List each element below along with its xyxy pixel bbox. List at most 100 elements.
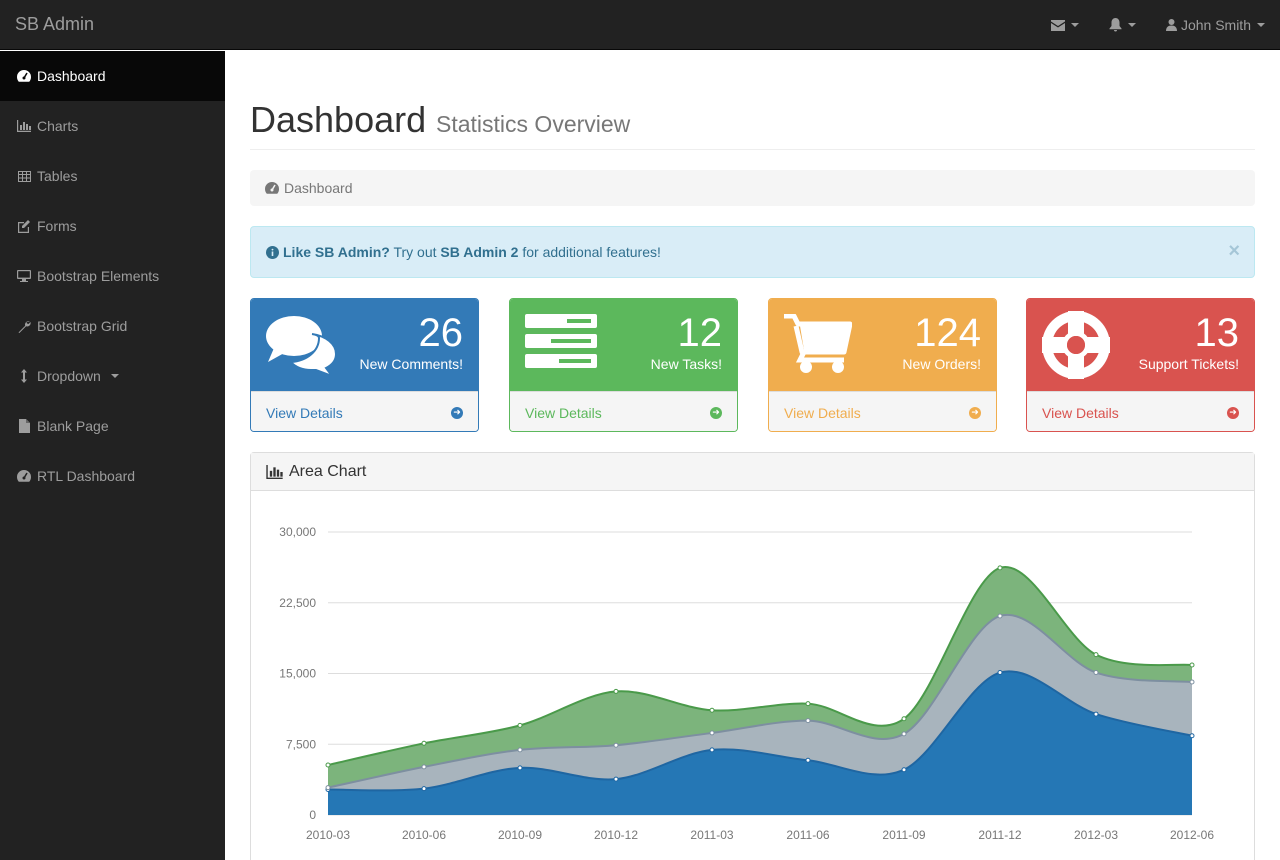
- tasks-icon: [525, 314, 597, 368]
- envelope-icon: [1050, 19, 1065, 31]
- data-point: [613, 688, 619, 694]
- page-subtitle: Statistics Overview: [436, 111, 631, 137]
- alert-text-end: for additional features!: [518, 244, 661, 260]
- sidebar-item-bootstrap-grid[interactable]: Bootstrap Grid: [0, 301, 225, 351]
- shopping-cart-icon: [784, 314, 852, 373]
- data-point: [325, 785, 331, 791]
- orders-count: 124: [914, 311, 981, 355]
- x-tick-label: 2012-06: [1170, 828, 1214, 842]
- dashboard-icon: [17, 469, 31, 483]
- orders-view-details[interactable]: View Details ➜: [769, 391, 996, 431]
- data-point: [517, 765, 523, 771]
- area-chart-header: Area Chart: [251, 453, 1254, 491]
- info-icon: [266, 245, 279, 259]
- comments-icon: [266, 316, 338, 374]
- data-point: [421, 764, 427, 770]
- data-point: [901, 716, 907, 722]
- brand[interactable]: SB Admin: [15, 14, 94, 35]
- tasks-label: New Tasks!: [650, 356, 722, 372]
- data-point: [1189, 662, 1195, 668]
- data-point: [709, 747, 715, 753]
- data-point: [517, 722, 523, 728]
- data-point: [1093, 711, 1099, 717]
- view-details-label: View Details: [784, 404, 861, 421]
- y-tick-label: 7,500: [286, 737, 316, 751]
- x-tick-label: 2011-12: [978, 828, 1021, 842]
- tasks-view-details[interactable]: View Details ➜: [510, 391, 737, 431]
- view-details-label: View Details: [266, 404, 343, 421]
- x-tick-label: 2010-09: [498, 828, 542, 842]
- sidebar-item-tables[interactable]: Tables: [0, 151, 225, 201]
- x-tick-label: 2012-03: [1074, 828, 1118, 842]
- y-tick-label: 30,000: [279, 525, 316, 539]
- y-tick-label: 22,500: [279, 596, 316, 610]
- sidebar-item-dashboard[interactable]: Dashboard: [0, 51, 225, 101]
- chevron-down-icon: [110, 374, 119, 378]
- sidebar-item-rtl-dashboard[interactable]: RTL Dashboard: [0, 451, 225, 501]
- bell-icon: [1109, 18, 1122, 32]
- card-header: 13 Support Tickets!: [1027, 299, 1254, 391]
- arrow-circle-right-icon: ➜: [710, 406, 722, 419]
- wrench-icon: [17, 319, 31, 333]
- alert-text: Try out: [389, 244, 441, 260]
- sidebar-item-forms[interactable]: Forms: [0, 201, 225, 251]
- sidebar-item-dropdown[interactable]: Dropdown: [0, 351, 225, 401]
- data-point: [1093, 652, 1099, 658]
- card-header: 26 New Comments!: [251, 299, 478, 391]
- user-icon: [1165, 19, 1177, 31]
- breadcrumb: Dashboard: [250, 170, 1255, 206]
- sidebar-item-bootstrap-elements[interactable]: Bootstrap Elements: [0, 251, 225, 301]
- view-details-label: View Details: [525, 404, 602, 421]
- page-title: Dashboard: [250, 99, 427, 140]
- comments-view-details[interactable]: View Details ➜: [251, 391, 478, 431]
- support-card: 13 Support Tickets! View Details ➜: [1026, 298, 1255, 432]
- sidebar-item-label: Dropdown: [37, 368, 101, 384]
- sb-admin-2-link[interactable]: SB Admin 2: [440, 244, 518, 260]
- top-nav-right: John Smith: [1036, 0, 1280, 50]
- sidebar-item-charts[interactable]: Charts: [0, 101, 225, 151]
- data-point: [997, 613, 1003, 619]
- x-tick-label: 2011-03: [690, 828, 733, 842]
- breadcrumb-current: Dashboard: [284, 180, 353, 196]
- y-tick-label: 15,000: [279, 667, 316, 681]
- sidebar-item-label: Forms: [37, 218, 77, 234]
- life-ring-icon: [1042, 311, 1110, 379]
- data-point: [1189, 679, 1195, 685]
- data-point: [517, 747, 523, 753]
- comments-count: 26: [418, 311, 464, 355]
- close-icon[interactable]: ×: [1228, 240, 1240, 263]
- data-point: [901, 767, 907, 773]
- card-header: 12 New Tasks!: [510, 299, 737, 391]
- data-point: [325, 762, 331, 768]
- bar-chart-icon: [17, 119, 31, 133]
- chevron-down-icon: [1127, 23, 1136, 27]
- bar-chart-icon: [266, 464, 283, 479]
- data-point: [421, 786, 427, 792]
- x-tick-label: 2010-06: [402, 828, 446, 842]
- desktop-icon: [17, 269, 31, 283]
- messages-dropdown[interactable]: [1036, 0, 1094, 50]
- data-point: [997, 565, 1003, 571]
- edit-icon: [17, 219, 31, 233]
- sidebar-item-label: Bootstrap Grid: [37, 318, 128, 334]
- sidebar-item-label: Tables: [37, 168, 78, 184]
- data-point: [805, 718, 811, 724]
- data-point: [1189, 733, 1195, 739]
- sidebar-item-label: RTL Dashboard: [37, 468, 136, 484]
- view-details-label: View Details: [1042, 404, 1119, 421]
- area-chart: 0 7,500 15,000 22,500 30,000 2010-03 2010-06 20…: [279, 525, 1214, 842]
- arrow-circle-right-icon: ➜: [1227, 406, 1239, 419]
- data-point: [997, 670, 1003, 676]
- support-view-details[interactable]: View Details ➜: [1027, 391, 1254, 431]
- comments-label: New Comments!: [359, 356, 463, 372]
- area-chart-title: Area Chart: [289, 462, 367, 480]
- support-count: 13: [1194, 311, 1240, 355]
- arrow-circle-right-icon: ➜: [969, 406, 981, 419]
- sidebar-item-blank-page[interactable]: Blank Page: [0, 401, 225, 451]
- user-dropdown[interactable]: John Smith: [1151, 0, 1280, 50]
- sidebar-item-label: Dashboard: [37, 68, 106, 84]
- sidebar: Dashboard Charts Tables Forms Bootstrap …: [0, 51, 225, 860]
- table-icon: [17, 169, 31, 183]
- data-point: [805, 757, 811, 763]
- alerts-dropdown[interactable]: [1094, 0, 1151, 50]
